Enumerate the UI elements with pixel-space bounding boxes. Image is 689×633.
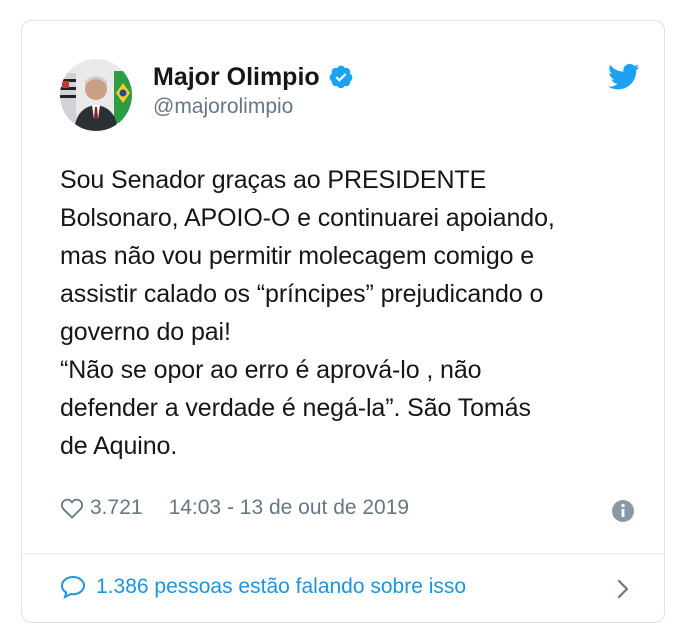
author-row[interactable]: Major Olimpio: [153, 62, 354, 92]
author-handle[interactable]: @majorolimpio: [153, 94, 293, 120]
verified-badge-icon: [328, 64, 354, 90]
conversation-label[interactable]: 1.386 pessoas estão falando sobre isso: [96, 574, 466, 600]
heart-icon[interactable]: [60, 497, 84, 519]
tweet-card[interactable]: Major Olimpio @majorolimpio Sou Senador …: [21, 20, 665, 623]
tweet-meta: 3.721 14:03 - 13 de out de 2019: [60, 495, 409, 521]
tweet-text: Sou Senador graças ao PRESIDENTE Bolsona…: [60, 166, 555, 460]
conversation-link[interactable]: 1.386 pessoas estão falando sobre isso: [60, 574, 466, 600]
avatar-photo: [60, 59, 132, 131]
twitter-bird-icon[interactable]: [608, 63, 640, 91]
info-icon[interactable]: [611, 499, 635, 523]
divider: [22, 553, 664, 554]
tweet-timestamp[interactable]: 14:03 - 13 de out de 2019: [169, 495, 410, 521]
chevron-right-icon[interactable]: [616, 577, 630, 601]
avatar[interactable]: [60, 59, 132, 131]
speech-bubble-icon: [60, 575, 86, 599]
author-name[interactable]: Major Olimpio: [153, 62, 320, 92]
like-count[interactable]: 3.721: [90, 495, 143, 521]
